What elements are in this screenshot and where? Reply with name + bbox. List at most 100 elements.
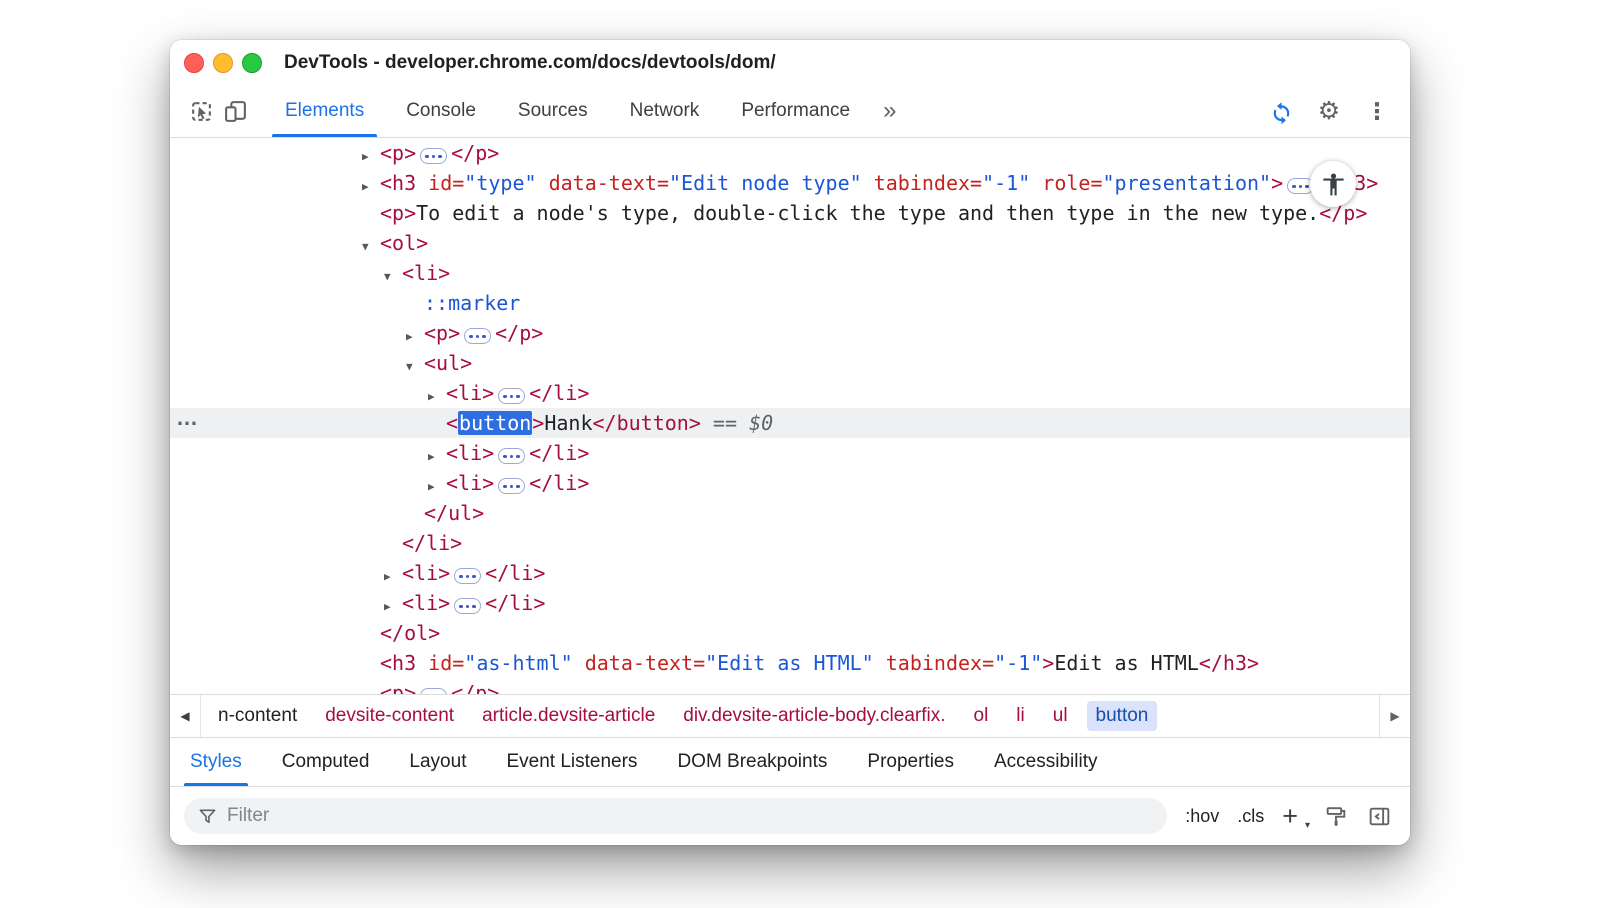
tab-elements[interactable]: Elements — [264, 85, 385, 137]
code-token-tag: <li> — [446, 441, 494, 465]
code-token-tag: <li> — [402, 261, 450, 285]
styles-filter-input[interactable]: Filter — [184, 798, 1167, 834]
more-tabs-button[interactable]: » — [871, 85, 908, 137]
code-token-tag: </ul> — [424, 501, 484, 525]
traffic-lights — [184, 53, 262, 73]
zoom-window-button[interactable] — [242, 53, 262, 73]
breadcrumb-item-devsite-content[interactable]: devsite-content — [316, 701, 463, 731]
accessibility-overlay-icon[interactable] — [1310, 161, 1356, 207]
code-token-tag: <li> — [446, 381, 494, 405]
node-ol-open[interactable]: ▼<ol> — [170, 228, 1410, 258]
inline-expand-icon[interactable] — [420, 688, 447, 694]
inline-expand-icon[interactable] — [454, 598, 481, 614]
code-token-sel[interactable]: button — [458, 411, 532, 435]
tab-dom-breakpoints[interactable]: DOM Breakpoints — [657, 738, 847, 786]
inline-expand-icon[interactable] — [498, 448, 525, 464]
node-marker[interactable]: ::marker — [170, 288, 1410, 318]
code-token-tag: <li> — [446, 471, 494, 495]
code-token-val: "-1" — [982, 171, 1030, 195]
element-classes-button[interactable]: .cls — [1237, 806, 1264, 827]
inline-expand-icon[interactable] — [464, 328, 491, 344]
node-li-collapsed[interactable]: ▶<li></li> — [170, 438, 1410, 468]
devtools-toolbar: ElementsConsoleSourcesNetworkPerformance… — [170, 85, 1410, 138]
code-token-val: "as-html" — [464, 651, 572, 675]
close-window-button[interactable] — [184, 53, 204, 73]
breadcrumb-item-article-devsite-article[interactable]: article.devsite-article — [473, 701, 664, 731]
code-token-val: "Edit node type" — [669, 171, 862, 195]
code-token-attr: id= — [416, 171, 464, 195]
breadcrumb-item-li[interactable]: li — [1007, 701, 1033, 731]
code-token-tag: </h3> — [1199, 651, 1259, 675]
code-token-eq: == — [701, 411, 749, 435]
code-token-val: "presentation" — [1103, 171, 1272, 195]
node-p-collapsed[interactable]: ▶<p></p> — [170, 318, 1410, 348]
sync-icon[interactable] — [1264, 94, 1298, 128]
breadcrumb-item-button[interactable]: button — [1087, 701, 1158, 731]
breadcrumb-item-n-content[interactable]: n-content — [209, 701, 306, 731]
code-token-tag: <p> — [424, 321, 460, 345]
inline-expand-icon[interactable] — [454, 568, 481, 584]
sidebar-panel-tabs: StylesComputedLayoutEvent ListenersDOM B… — [170, 737, 1410, 786]
tab-network[interactable]: Network — [609, 85, 721, 137]
tab-performance[interactable]: Performance — [720, 85, 871, 137]
breadcrumb-item-div-devsite-article-body-clearfix[interactable]: div.devsite-article-body.clearfix. — [674, 701, 954, 731]
node-li-collapsed[interactable]: ▶<li></li> — [170, 378, 1410, 408]
code-token-tag: </li> — [485, 561, 545, 585]
settings-gear-icon[interactable]: ⚙ — [1312, 94, 1346, 128]
code-token-attr: data-text= — [537, 171, 669, 195]
breadcrumb-item-ul[interactable]: ul — [1044, 701, 1077, 731]
paint-roller-icon[interactable] — [1324, 804, 1349, 829]
tab-accessibility[interactable]: Accessibility — [974, 738, 1117, 786]
inline-expand-icon[interactable] — [498, 388, 525, 404]
tab-layout[interactable]: Layout — [389, 738, 486, 786]
row-menu-icon[interactable]: … — [176, 405, 199, 431]
toggle-sidebar-icon[interactable] — [1367, 804, 1392, 829]
node-ul-close[interactable]: </ul> — [170, 498, 1410, 528]
code-token-attr: tabindex= — [862, 171, 982, 195]
node-li-collapsed[interactable]: ▶<li></li> — [170, 588, 1410, 618]
expand-arrow-icon[interactable]: ▶ — [362, 682, 380, 694]
new-style-rule-button[interactable]: +▾ — [1282, 803, 1306, 830]
breadcrumb-scroll-right-icon[interactable]: ▶ — [1379, 695, 1410, 737]
devtools-window: DevTools - developer.chrome.com/docs/dev… — [170, 40, 1410, 845]
node-button-selected[interactable]: <button>Hank</button> == $0… — [170, 408, 1410, 438]
tab-properties[interactable]: Properties — [847, 738, 974, 786]
code-token-attr: data-text= — [573, 651, 705, 675]
code-token-tag: > — [532, 411, 544, 435]
node-li-open[interactable]: ▼<li> — [170, 258, 1410, 288]
kebab-menu-icon[interactable]: ⋮ — [1360, 94, 1394, 128]
code-token-tag: </button> — [593, 411, 701, 435]
minimize-window-button[interactable] — [213, 53, 233, 73]
code-token-tag: </li> — [529, 381, 589, 405]
inline-expand-icon[interactable] — [498, 478, 525, 494]
node-li-collapsed[interactable]: ▶<li></li> — [170, 468, 1410, 498]
node-p-collapsed[interactable]: ▶<p></p> — [170, 138, 1410, 168]
code-token-attr: role= — [1030, 171, 1102, 195]
tab-sources[interactable]: Sources — [497, 85, 609, 137]
code-token-tag: <h3 — [380, 171, 416, 195]
node-ul-open[interactable]: ▼<ul> — [170, 348, 1410, 378]
node-ol-close[interactable]: </ol> — [170, 618, 1410, 648]
tab-styles[interactable]: Styles — [170, 738, 262, 786]
node-p-edit-type[interactable]: <p>To edit a node's type, double-click t… — [170, 198, 1410, 228]
node-h3-type[interactable]: ▶<h3 id="type" data-text="Edit node type… — [170, 168, 1410, 198]
breadcrumb-scroll-left-icon[interactable]: ◀ — [170, 695, 201, 737]
toggle-element-state-button[interactable]: :hov — [1185, 806, 1219, 827]
tab-computed[interactable]: Computed — [262, 738, 390, 786]
device-toolbar-icon[interactable] — [218, 94, 252, 128]
code-token-tag: </li> — [529, 441, 589, 465]
inline-expand-icon[interactable] — [420, 148, 447, 164]
tab-console[interactable]: Console — [385, 85, 497, 137]
node-p-collapsed[interactable]: ▶<p></p> — [170, 678, 1410, 694]
node-li-collapsed[interactable]: ▶<li></li> — [170, 558, 1410, 588]
filter-funnel-icon — [198, 807, 217, 826]
node-li-close[interactable]: </li> — [170, 528, 1410, 558]
code-token-attr: tabindex= — [874, 651, 994, 675]
code-token-tag: <p> — [380, 201, 416, 225]
node-h3-as-html[interactable]: <h3 id="as-html" data-text="Edit as HTML… — [170, 648, 1410, 678]
breadcrumb-item-ol[interactable]: ol — [965, 701, 998, 731]
window-titlebar[interactable]: DevTools - developer.chrome.com/docs/dev… — [170, 40, 1410, 85]
inspect-element-icon[interactable] — [184, 94, 218, 128]
styles-filter-bar: Filter :hov .cls +▾ — [170, 786, 1410, 845]
tab-event-listeners[interactable]: Event Listeners — [486, 738, 657, 786]
